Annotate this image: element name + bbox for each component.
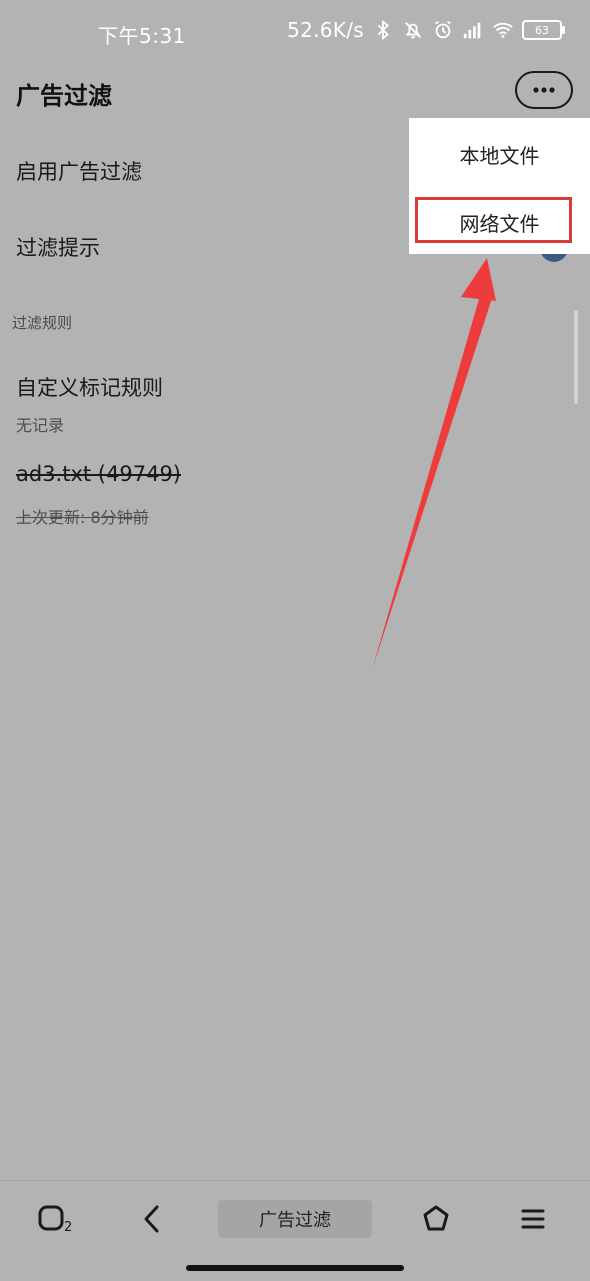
highlight-annotation-box — [415, 197, 572, 243]
tabs-icon: 2 — [38, 1205, 72, 1235]
enable-ad-filter-label[interactable]: 启用广告过滤 — [16, 156, 142, 186]
rule-file-subtitle: 上次更新: 8分钟前 — [16, 508, 149, 527]
rule-file-title[interactable]: ad3.txt (49749) — [16, 462, 181, 486]
status-icons: 52.6K/s 63 — [287, 18, 565, 42]
home-indicator — [186, 1265, 404, 1271]
menu-button[interactable] — [511, 1197, 555, 1241]
menu-item-local-file[interactable]: 本地文件 — [409, 140, 590, 169]
status-time: 下午5:31 — [98, 24, 186, 48]
bluetooth-icon — [377, 19, 389, 41]
more-dots-icon — [533, 87, 555, 93]
status-bar: 下午5:31 52.6K/s 63 — [0, 0, 590, 62]
home-button[interactable] — [414, 1197, 458, 1241]
custom-rules-title[interactable]: 自定义标记规则 — [16, 372, 163, 402]
wifi-icon — [493, 22, 513, 38]
page-title: 广告过滤 — [16, 82, 112, 110]
tabs-button[interactable]: 2 — [34, 1197, 78, 1241]
menu-icon — [521, 1209, 545, 1229]
back-button[interactable] — [130, 1197, 174, 1241]
mute-bell-icon — [405, 22, 421, 39]
back-icon — [144, 1205, 159, 1233]
filter-hint-label[interactable]: 过滤提示 — [16, 232, 100, 262]
scrollbar[interactable] — [574, 310, 578, 404]
hd-signal-icon — [463, 22, 481, 39]
battery-icon: 63 — [522, 20, 565, 40]
more-options-button[interactable] — [515, 71, 573, 109]
home-icon — [423, 1205, 449, 1231]
alarm-icon — [435, 20, 451, 39]
net-speed: 52.6K/s — [287, 18, 364, 42]
current-tab-pill[interactable]: 广告过滤 — [218, 1200, 372, 1238]
tabs-count: 2 — [64, 1220, 72, 1235]
bottom-nav-bar: 2 广告过滤 — [0, 1180, 590, 1281]
custom-rules-subtitle: 无记录 — [16, 416, 65, 435]
rules-section-label: 过滤规则 — [12, 314, 73, 332]
app-header: 广告过滤 — [0, 62, 590, 122]
